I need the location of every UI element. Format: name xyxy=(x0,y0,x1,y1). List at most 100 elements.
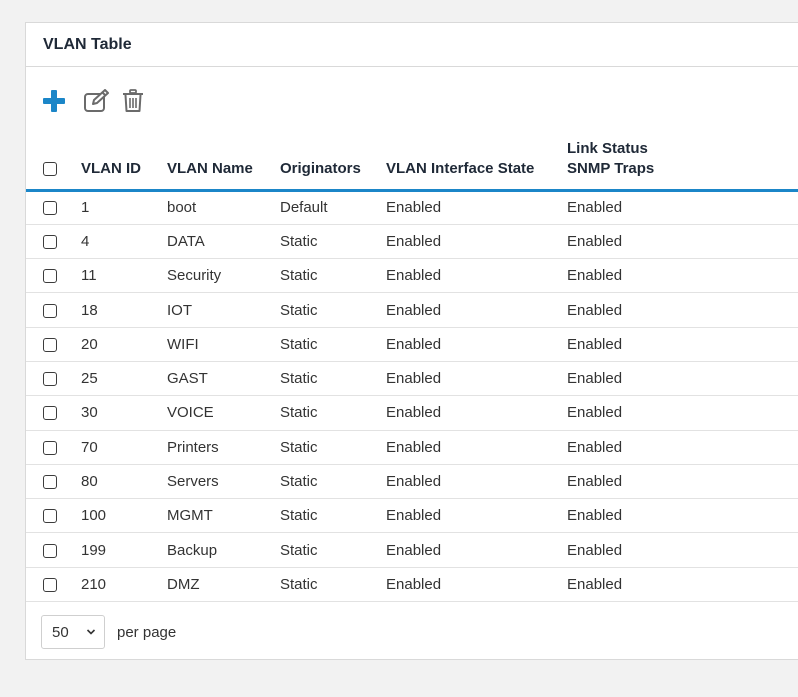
interface-state-cell: Enabled xyxy=(386,473,442,491)
originator-cell: Static xyxy=(280,370,318,388)
vlan-id-cell: 80 xyxy=(81,473,98,491)
add-icon xyxy=(43,90,65,112)
row-select-cell xyxy=(26,567,81,601)
originator-cell: Static xyxy=(280,438,318,456)
add-button[interactable] xyxy=(41,88,67,114)
row-checkbox[interactable] xyxy=(43,475,57,490)
vlan-name-cell: boot xyxy=(167,199,197,217)
vlan-name-cell: Printers xyxy=(167,438,219,456)
table-row[interactable]: 25 GAST Static Enabled Enabled xyxy=(26,361,798,396)
row-select-cell xyxy=(26,190,81,224)
table-row[interactable]: 30 VOICE Static Enabled Enabled xyxy=(26,396,798,431)
link-status-cell: Enabled xyxy=(567,267,623,285)
table-row[interactable]: 11 Security Static Enabled Enabled xyxy=(26,259,798,293)
vlan-id-cell: 70 xyxy=(81,438,98,456)
delete-icon xyxy=(123,89,143,112)
table-row[interactable]: 4 DATA Static Enabled Enabled xyxy=(26,224,798,259)
column-header-link-status[interactable]: Link Status SNMP Traps xyxy=(567,138,798,190)
chevron-down-icon xyxy=(86,629,96,635)
row-select-cell xyxy=(26,533,81,567)
table-row[interactable]: 20 WIFI Static Enabled Enabled xyxy=(26,327,798,362)
delete-button[interactable] xyxy=(122,88,144,114)
per-page-select[interactable]: 50 xyxy=(41,615,105,649)
row-checkbox[interactable] xyxy=(43,543,57,558)
table-header-row: VLAN ID VLAN Name Originators VLAN Inter… xyxy=(26,138,798,190)
link-status-header-line2: SNMP Traps xyxy=(567,159,655,177)
select-all-checkbox[interactable] xyxy=(43,161,57,176)
row-select-cell xyxy=(26,293,81,327)
row-checkbox[interactable] xyxy=(43,269,57,284)
edit-button[interactable] xyxy=(83,88,111,114)
interface-state-cell: Enabled xyxy=(386,507,442,525)
originator-cell: Static xyxy=(280,541,318,559)
row-checkbox[interactable] xyxy=(43,577,57,592)
column-header-originators[interactable]: Originators xyxy=(280,138,386,190)
per-page-value: 50 xyxy=(52,623,69,641)
interface-state-cell: Enabled xyxy=(386,301,442,319)
table-row[interactable]: 80 Servers Static Enabled Enabled xyxy=(26,464,798,499)
per-page-label: per page xyxy=(117,623,177,641)
originator-cell: Static xyxy=(280,232,318,250)
row-checkbox[interactable] xyxy=(43,337,57,352)
vlan-table-panel: VLAN Table VLAN ID VLAN Name Originators… xyxy=(25,22,798,660)
row-checkbox[interactable] xyxy=(43,303,57,318)
row-checkbox[interactable] xyxy=(43,201,57,216)
row-checkbox[interactable] xyxy=(43,234,57,249)
originator-cell: Static xyxy=(280,507,318,525)
vlan-name-cell: VOICE xyxy=(167,404,214,422)
table-row[interactable]: 1 boot Default Enabled Enabled xyxy=(26,190,798,225)
table-row[interactable]: 18 IOT Static Enabled Enabled xyxy=(26,293,798,328)
table-toolbar xyxy=(41,87,144,115)
vlan-id-cell: 30 xyxy=(81,404,98,422)
vlan-name-cell: MGMT xyxy=(167,507,213,525)
link-status-cell: Enabled xyxy=(567,473,623,491)
vlan-id-cell: 11 xyxy=(81,267,97,285)
vlan-id-cell: 4 xyxy=(81,232,90,250)
panel-header: VLAN Table xyxy=(26,23,798,67)
table-row[interactable]: 199 Backup Static Enabled Enabled xyxy=(26,533,798,568)
vlan-id-cell: 199 xyxy=(81,541,107,559)
vlan-id-cell: 1 xyxy=(81,199,90,217)
vlan-name-cell: DMZ xyxy=(167,575,200,593)
vlan-name-cell: GAST xyxy=(167,370,208,388)
originator-cell: Static xyxy=(280,301,318,319)
vlan-name-cell: IOT xyxy=(167,301,192,319)
column-header-vlan-id[interactable]: VLAN ID xyxy=(81,138,167,190)
row-select-cell xyxy=(26,430,81,464)
interface-state-cell: Enabled xyxy=(386,232,442,250)
table-row[interactable]: 100 MGMT Static Enabled Enabled xyxy=(26,499,798,533)
interface-state-cell: Enabled xyxy=(386,541,442,559)
vlan-name-cell: DATA xyxy=(167,232,205,250)
interface-state-cell: Enabled xyxy=(386,404,442,422)
link-status-cell: Enabled xyxy=(567,199,623,217)
link-status-cell: Enabled xyxy=(567,541,623,559)
interface-state-cell: Enabled xyxy=(386,335,442,353)
select-all-cell xyxy=(26,138,81,190)
row-select-cell xyxy=(26,224,81,258)
panel-title: VLAN Table xyxy=(43,35,132,53)
row-checkbox[interactable] xyxy=(43,440,57,455)
interface-state-cell: Enabled xyxy=(386,575,442,593)
table-body: 1 boot Default Enabled Enabled 4 DATA Static Ena… xyxy=(26,190,798,602)
row-checkbox[interactable] xyxy=(43,509,57,524)
column-header-interface-state[interactable]: VLAN Interface State xyxy=(386,138,567,190)
row-select-cell xyxy=(26,259,81,293)
row-select-cell xyxy=(26,327,81,361)
originator-cell: Static xyxy=(280,335,318,353)
vlan-name-cell: WIFI xyxy=(167,335,199,353)
table-row[interactable]: 70 Printers Static Enabled Enabled xyxy=(26,430,798,465)
row-checkbox[interactable] xyxy=(43,372,57,387)
vlan-name-cell: Backup xyxy=(167,541,218,559)
link-status-cell: Enabled xyxy=(567,575,623,593)
row-checkbox[interactable] xyxy=(43,406,57,421)
vlan-id-cell: 20 xyxy=(81,335,98,353)
vlan-name-cell: Servers xyxy=(167,473,219,491)
row-select-cell xyxy=(26,499,81,533)
vlan-name-cell: Security xyxy=(167,267,222,285)
vlan-id-cell: 100 xyxy=(81,507,107,525)
column-header-vlan-name[interactable]: VLAN Name xyxy=(167,138,280,190)
originator-cell: Static xyxy=(280,473,318,491)
table-row[interactable]: 210 DMZ Static Enabled Enabled xyxy=(26,567,798,602)
vlan-table: VLAN ID VLAN Name Originators VLAN Inter… xyxy=(26,138,798,602)
row-select-cell xyxy=(26,396,81,430)
